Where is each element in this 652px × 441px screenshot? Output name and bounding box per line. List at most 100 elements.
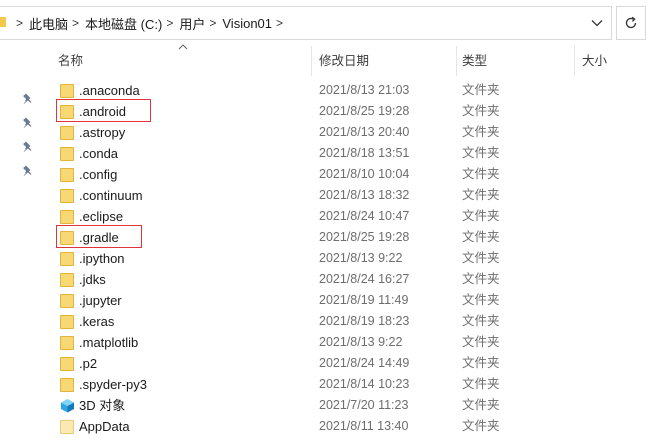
column-header-type[interactable]: 类型: [462, 46, 487, 76]
file-name: AppData: [79, 419, 130, 434]
file-row[interactable]: .eclipse 2021/8/24 10:47 文件夹: [0, 206, 652, 227]
appdata-folder-icon: [60, 419, 74, 434]
file-modified-date: 2021/8/13 9:22: [319, 335, 403, 349]
file-row[interactable]: 3D 对象 2021/7/20 11:23 文件夹: [0, 395, 652, 416]
file-modified-date: 2021/8/13 20:40: [319, 125, 410, 139]
folder-icon: [60, 314, 74, 329]
folder-icon: [60, 83, 74, 98]
file-row[interactable]: .config 2021/8/10 10:04 文件夹: [0, 164, 652, 185]
file-type: 文件夹: [462, 125, 500, 139]
folder-icon: [60, 125, 74, 140]
file-row[interactable]: .continuum 2021/8/13 18:32 文件夹: [0, 185, 652, 206]
file-row[interactable]: .astropy 2021/8/13 20:40 文件夹: [0, 122, 652, 143]
file-row[interactable]: .ipython 2021/8/13 9:22 文件夹: [0, 248, 652, 269]
folder-icon: [60, 272, 74, 287]
file-modified-date: 2021/8/18 13:51: [319, 146, 410, 160]
file-name: .anaconda: [79, 83, 140, 98]
file-type: 文件夹: [462, 188, 500, 202]
folder-icon: [0, 17, 6, 27]
folder-icon: [60, 356, 74, 371]
file-row[interactable]: AppData 2021/8/11 13:40 文件夹: [0, 416, 652, 437]
file-type: 文件夹: [462, 335, 500, 349]
file-name: .jupyter: [79, 293, 122, 308]
address-bar[interactable]: > 此电脑 > 本地磁盘 (C:) > 用户 > Vision01 >: [0, 6, 612, 40]
sort-ascending-icon: [178, 42, 188, 53]
file-modified-date: 2021/8/19 18:23: [319, 314, 410, 328]
column-divider[interactable]: [311, 46, 312, 76]
file-row[interactable]: .android 2021/8/25 19:28 文件夹: [0, 99, 652, 122]
file-row[interactable]: .jupyter 2021/8/19 11:49 文件夹: [0, 290, 652, 311]
breadcrumb-separator[interactable]: >: [276, 16, 283, 30]
column-headers: 名称 修改日期 类型 大小: [0, 44, 652, 76]
refresh-button[interactable]: [616, 6, 646, 40]
file-type: 文件夹: [462, 293, 500, 307]
folder-icon: [60, 293, 74, 308]
file-type: 文件夹: [462, 167, 500, 181]
breadcrumb-separator[interactable]: >: [209, 16, 216, 30]
file-type: 文件夹: [462, 104, 500, 118]
file-type: 文件夹: [462, 419, 500, 433]
file-name: .config: [79, 167, 118, 182]
file-type: 文件夹: [462, 377, 500, 391]
breadcrumb: > 此电脑 > 本地磁盘 (C:) > 用户 > Vision01 >: [12, 7, 289, 39]
file-modified-date: 2021/8/24 16:27: [319, 272, 410, 286]
3d-objects-icon: [60, 398, 74, 413]
file-type: 文件夹: [462, 251, 500, 265]
breadcrumb-separator[interactable]: >: [72, 16, 79, 30]
folder-icon: [60, 251, 74, 266]
breadcrumb-separator[interactable]: >: [16, 16, 23, 30]
folder-icon: [60, 167, 74, 182]
file-type: 文件夹: [462, 398, 500, 412]
breadcrumb-user-folder[interactable]: Vision01: [222, 16, 272, 31]
file-type: 文件夹: [462, 314, 500, 328]
file-type: 文件夹: [462, 356, 500, 370]
column-divider[interactable]: [574, 46, 575, 76]
column-header-name[interactable]: 名称: [58, 46, 83, 76]
file-name: .eclipse: [79, 209, 124, 224]
file-row[interactable]: .conda 2021/8/18 13:51 文件夹: [0, 143, 652, 164]
breadcrumb-this-pc[interactable]: 此电脑: [29, 14, 68, 33]
column-header-date[interactable]: 修改日期: [319, 46, 369, 76]
breadcrumb-local-disk[interactable]: 本地磁盘 (C:): [85, 14, 162, 33]
refresh-icon: [625, 16, 637, 29]
file-name: .keras: [79, 314, 115, 329]
file-modified-date: 2021/8/25 19:28: [319, 104, 410, 118]
chevron-down-icon: [591, 20, 603, 27]
file-modified-date: 2021/8/10 10:04: [319, 167, 410, 181]
file-modified-date: 2021/7/20 11:23: [319, 398, 409, 412]
file-name: .matplotlib: [79, 335, 139, 350]
highlight-box: [56, 99, 151, 122]
highlight-box: [56, 225, 142, 248]
folder-icon: [60, 209, 74, 224]
file-row[interactable]: .spyder-py3 2021/8/14 10:23 文件夹: [0, 374, 652, 395]
file-modified-date: 2021/8/13 18:32: [319, 188, 410, 202]
folder-icon: [60, 335, 74, 350]
file-name: .conda: [79, 146, 119, 161]
file-modified-date: 2021/8/24 10:47: [319, 209, 410, 223]
file-modified-date: 2021/8/14 10:23: [319, 377, 410, 391]
file-name: .continuum: [79, 188, 143, 203]
file-type: 文件夹: [462, 83, 500, 97]
file-modified-date: 2021/8/11 13:40: [319, 419, 409, 433]
file-modified-date: 2021/8/24 14:49: [319, 356, 410, 370]
file-name: .astropy: [79, 125, 126, 140]
file-row[interactable]: .anaconda 2021/8/13 21:03 文件夹: [0, 80, 652, 101]
folder-icon: [60, 377, 74, 392]
file-modified-date: 2021/8/13 9:22: [319, 251, 403, 265]
folder-icon: [60, 188, 74, 203]
file-row[interactable]: .keras 2021/8/19 18:23 文件夹: [0, 311, 652, 332]
column-header-size[interactable]: 大小: [582, 46, 607, 76]
address-history-button[interactable]: [583, 7, 611, 39]
breadcrumb-users[interactable]: 用户: [179, 14, 205, 33]
file-type: 文件夹: [462, 146, 500, 160]
file-type: 文件夹: [462, 209, 500, 223]
breadcrumb-separator[interactable]: >: [166, 16, 173, 30]
file-row[interactable]: .jdks 2021/8/24 16:27 文件夹: [0, 269, 652, 290]
file-row[interactable]: .matplotlib 2021/8/13 9:22 文件夹: [0, 332, 652, 353]
column-divider[interactable]: [456, 46, 457, 76]
folder-icon: [60, 146, 74, 161]
file-row[interactable]: .p2 2021/8/24 14:49 文件夹: [0, 353, 652, 374]
file-type: 文件夹: [462, 272, 500, 286]
file-row[interactable]: .gradle 2021/8/25 19:28 文件夹: [0, 225, 652, 248]
file-name: .ipython: [79, 251, 125, 266]
